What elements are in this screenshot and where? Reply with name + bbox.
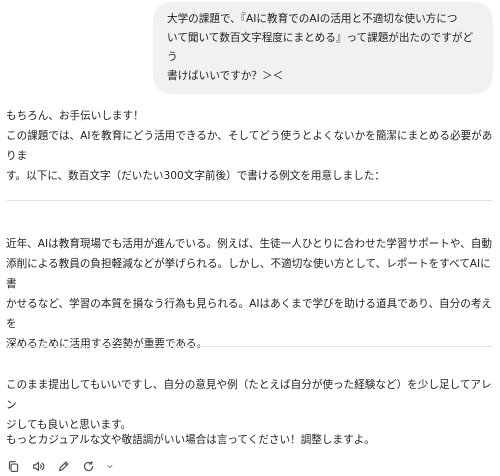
- message-actions-toolbar: [6, 458, 114, 474]
- assistant-intro-line: もちろん、お手伝いします！: [6, 110, 144, 122]
- copy-icon: [8, 460, 18, 472]
- speaker-icon: [32, 461, 44, 471]
- user-message-line: いて聞いて数百文字程度にまとめる』って課題が出たのですがどう: [167, 32, 474, 63]
- read-aloud-button[interactable]: [31, 459, 45, 473]
- outro-line: このまま提出してもいいですし、自分の意見や例（たとえば自分が使った経験など）を少…: [6, 379, 492, 411]
- user-message-line: 書けばいいですか？＞＜: [167, 70, 284, 82]
- assistant-intro-line: す。以下に、数百文字（だいたい300文字前後）で書ける例文を用意しました：: [6, 170, 386, 182]
- section-divider: [6, 200, 492, 201]
- regenerate-icon: [83, 460, 93, 471]
- assistant-outro-closing: もっとカジュアルな文や敬語調がいい場合は言ってください！調整しますよ。: [6, 430, 494, 450]
- essay-line: かせるなど、学習の本質を損なう行為も見られる。AIはあくまで学びを助ける道具であ…: [6, 298, 493, 330]
- outro-line: もっとカジュアルな文や敬語調がいい場合は言ってください！調整しますよ。: [6, 434, 375, 446]
- regenerate-button[interactable]: [81, 459, 95, 473]
- copy-button[interactable]: [6, 459, 20, 473]
- user-message-bubble: 大学の課題で、『AIに教育でのAIの活用と不適切な使い方につ いて聞いて数百文字…: [153, 2, 493, 94]
- section-divider: [6, 346, 492, 347]
- assistant-intro: もちろん、お手伝いします！ この課題では、AIを教育にどう活用できるか、そしてど…: [6, 106, 494, 186]
- edit-icon: [58, 460, 69, 471]
- more-options-button[interactable]: [106, 459, 114, 473]
- essay-line: 添削による教員の負担軽減などが挙げられる。しかし、不適切な使い方として、レポート…: [6, 258, 491, 290]
- assistant-outro: このまま提出してもいいですし、自分の意見や例（たとえば自分が使った経験など）を少…: [6, 375, 494, 435]
- essay-line: 深めるために活用する姿勢が重要である。: [6, 338, 208, 350]
- assistant-intro-line: この課題では、AIを教育にどう活用できるか、そしてどう使うとよくないかを簡潔にま…: [6, 130, 493, 162]
- edit-button[interactable]: [56, 459, 70, 473]
- essay-line: 近年、AIは教育現場でも活用が進んでいる。例えば、生徒一人ひとりに合わせた学習サ…: [6, 238, 492, 250]
- chevron-down-icon: [107, 464, 113, 468]
- user-message-line: 大学の課題で、『AIに教育でのAIの活用と不適切な使い方につ: [167, 13, 458, 25]
- assistant-essay: 近年、AIは教育現場でも活用が進んでいる。例えば、生徒一人ひとりに合わせた学習サ…: [6, 234, 494, 354]
